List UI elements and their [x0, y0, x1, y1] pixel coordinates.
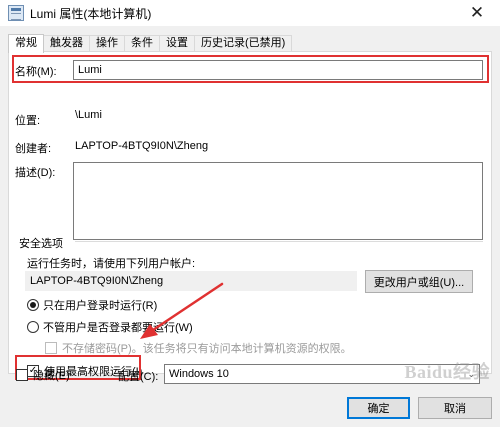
security-group-divider [75, 241, 483, 242]
configure-select-value: Windows 10 [169, 368, 229, 380]
window-title: Lumi 属性(本地计算机) [30, 6, 152, 21]
close-button[interactable]: ✕ [454, 0, 500, 26]
author-label: 创建者: [15, 143, 52, 155]
checkbox-do-not-store-password[interactable]: 不存储密码(P)。该任务将只有访问本地计算机资源的权限。 [45, 340, 352, 356]
tab-general[interactable]: 常规 [8, 34, 44, 53]
radio-run-when-logged-on-label: 只在用户登录时运行(R) [43, 300, 158, 312]
cancel-button[interactable]: 取消 [418, 397, 492, 419]
checkbox-unchecked-icon[interactable] [45, 342, 57, 354]
name-label: 名称(M): [15, 66, 57, 78]
task-properties-icon [8, 5, 24, 21]
description-input[interactable] [73, 162, 483, 240]
security-group-label: 安全选项 [19, 238, 63, 250]
run-as-account-value: LAPTOP-4BTQ9I0N\Zheng [25, 271, 357, 291]
name-input[interactable]: Lumi [73, 60, 483, 80]
tab-strip: 常规 触发器 操作 条件 设置 历史记录(已禁用) [8, 34, 293, 53]
radio-unselected-icon[interactable] [27, 321, 39, 333]
checkbox-hidden-label: 隐藏(E) [33, 370, 70, 382]
radio-run-whether-logged-on[interactable]: 不管用户是否登录都要运行(W) [27, 319, 193, 335]
checkbox-unchecked-icon[interactable] [16, 369, 28, 381]
location-label: 位置: [15, 115, 41, 127]
checkbox-do-not-store-password-label: 不存储密码(P)。该任务将只有访问本地计算机资源的权限。 [62, 343, 352, 355]
radio-run-when-logged-on[interactable]: 只在用户登录时运行(R) [27, 297, 157, 313]
tab-conditions[interactable]: 条件 [124, 35, 160, 52]
checkbox-hidden[interactable]: 隐藏(E) [16, 367, 70, 383]
ok-button[interactable]: 确定 [347, 397, 410, 419]
radio-run-whether-logged-on-label: 不管用户是否登录都要运行(W) [43, 322, 193, 334]
title-bar: Lumi 属性(本地计算机) ✕ [0, 0, 500, 26]
radio-selected-icon[interactable] [27, 299, 39, 311]
tab-settings[interactable]: 设置 [159, 35, 195, 52]
dialog-client: 常规 触发器 操作 条件 设置 历史记录(已禁用) 名称(M): Lumi 位置… [0, 26, 500, 427]
tab-triggers[interactable]: 触发器 [43, 35, 90, 52]
author-value: LAPTOP-4BTQ9I0N\Zheng [75, 140, 209, 152]
location-value: \Lumi [75, 109, 102, 121]
general-tab-panel: 名称(M): Lumi 位置: \Lumi 创建者: LAPTOP-4BTQ9I… [8, 51, 492, 380]
tab-actions[interactable]: 操作 [89, 35, 125, 52]
run-as-label: 运行任务时，请使用下列用户帐户: [27, 258, 196, 270]
tab-history[interactable]: 历史记录(已禁用) [194, 35, 293, 52]
configure-label: 配置(C): [118, 371, 159, 383]
watermark-text: Baidu经验 [404, 362, 490, 382]
description-label: 描述(D): [15, 167, 56, 179]
change-user-button[interactable]: 更改用户或组(U)... [365, 270, 473, 293]
